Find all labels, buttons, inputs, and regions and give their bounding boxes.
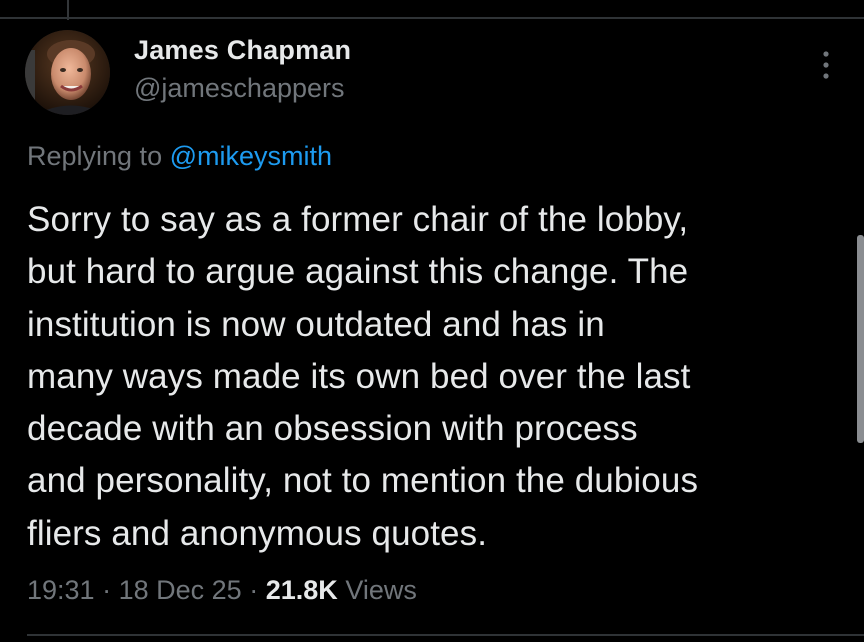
meta-separator: · <box>102 575 112 605</box>
bottom-divider <box>27 634 864 636</box>
replying-to-mention-link[interactable]: @mikeysmith <box>170 141 332 171</box>
author-display-name[interactable]: James Chapman <box>134 32 351 68</box>
top-divider <box>0 17 864 19</box>
tweet-time[interactable]: 19:31 <box>27 575 95 605</box>
replying-to-label: Replying to <box>27 141 163 171</box>
author-handle[interactable]: @jameschappers <box>134 70 351 106</box>
tweet-metadata: 19:31 · 18 Dec 25 · 21.8K Views <box>27 572 417 608</box>
scrollbar-thumb[interactable] <box>857 235 864 443</box>
tweet-body-text: Sorry to say as a former chair of the lo… <box>27 200 699 553</box>
more-vertical-icon <box>823 51 829 79</box>
views-count[interactable]: 21.8K <box>266 575 338 605</box>
replying-to-line: Replying to @mikeysmith <box>27 138 332 174</box>
avatar-photo <box>25 30 110 115</box>
more-options-button[interactable] <box>816 48 836 82</box>
avatar[interactable] <box>25 30 110 115</box>
author-block: James Chapman @jameschappers <box>134 32 351 106</box>
meta-separator: · <box>249 575 259 605</box>
tweet-date[interactable]: 18 Dec 25 <box>119 575 242 605</box>
views-label[interactable]: Views <box>345 575 417 605</box>
